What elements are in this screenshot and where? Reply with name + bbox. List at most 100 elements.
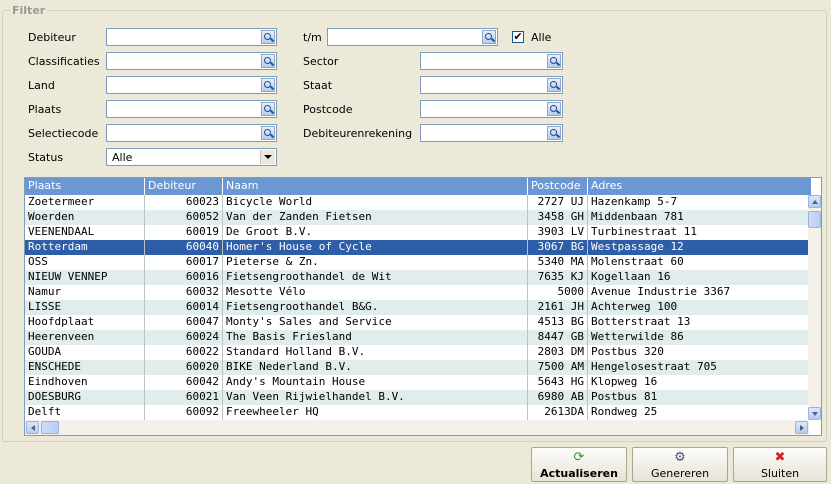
postcode-field[interactable] [420, 100, 563, 118]
table-row[interactable]: VEENENDAAL 60019 De Groot B.V. 3903 LV Turbi… [25, 225, 809, 240]
cell-plaats: ENSCHEDE [25, 360, 145, 375]
horizontal-scrollbar[interactable] [25, 420, 809, 435]
staat-field[interactable] [420, 76, 563, 94]
lookup-icon[interactable] [261, 126, 275, 140]
cell-debiteur: 60032 [145, 285, 223, 300]
column-header-debiteur[interactable]: Debiteur [145, 178, 223, 195]
cell-debiteur: 60052 [145, 210, 223, 225]
postcode-label: Postcode [303, 103, 353, 116]
status-value: Alle [112, 151, 133, 164]
genereren-label: Genereren [650, 467, 710, 480]
cell-plaats: Zoetermeer [25, 195, 145, 210]
table-row[interactable]: Rotterdam 60040 Homer's House of Cycle 3067… [25, 240, 809, 255]
horizontal-scroll-thumb[interactable] [41, 421, 59, 434]
cell-adres: Rondweg 25 [588, 405, 809, 420]
cell-debiteur: 60019 [145, 225, 223, 240]
filter-title: Filter [10, 4, 48, 17]
alle-label: Alle [531, 31, 552, 44]
cell-postcode: 7500 AM [528, 360, 588, 375]
debiteurenrekening-label: Debiteurenrekening [303, 127, 413, 140]
table-row[interactable]: ENSCHEDE 60020 BIKE Nederland B.V. 7500 AM H… [25, 360, 809, 375]
debiteur-to-field[interactable] [327, 28, 498, 46]
lookup-icon[interactable] [261, 102, 275, 116]
cell-naam: De Groot B.V. [223, 225, 528, 240]
cell-debiteur: 60047 [145, 315, 223, 330]
table-row[interactable]: Woerden 60052 Van der Zanden Fietsen 3458 G… [25, 210, 809, 225]
table-row[interactable]: Delft 60092 Freewheeler HQ 2613DA Rondweg 25 [25, 405, 809, 420]
lookup-icon[interactable] [482, 30, 496, 44]
table-row[interactable]: Hoofdplaat 60047 Monty's Sales and Service… [25, 315, 809, 330]
chevron-down-icon[interactable] [260, 150, 275, 164]
scroll-left-button[interactable] [26, 421, 39, 434]
sluiten-button[interactable]: ✖ Sluiten [733, 447, 827, 482]
sector-label: Sector [303, 55, 339, 68]
classificaties-field[interactable] [106, 52, 277, 70]
status-select[interactable]: Alle [106, 148, 277, 166]
vertical-scrollbar[interactable] [808, 195, 821, 420]
sector-field[interactable] [420, 52, 563, 70]
gear-icon: ⚙ [674, 450, 686, 465]
lookup-icon[interactable] [261, 54, 275, 68]
column-header-adres[interactable]: Adres [588, 178, 811, 195]
cell-debiteur: 60042 [145, 375, 223, 390]
status-label: Status [28, 151, 64, 164]
table-row[interactable]: NIEUW VENNEP 60016 Fietsengroothandel de W… [25, 270, 809, 285]
cell-naam: Homer's House of Cycle [223, 240, 528, 255]
debiteurenrekening-field[interactable] [420, 124, 563, 142]
cell-debiteur: 60024 [145, 330, 223, 345]
table-row[interactable]: GOUDA 60022 Standard Holland B.V. 2803 DM Po… [25, 345, 809, 360]
cell-adres: Achterweg 100 [588, 300, 809, 315]
table-row[interactable]: OSS 60017 Pieterse & Zn. 5340 MA Molenstraat… [25, 255, 809, 270]
lookup-icon[interactable] [547, 126, 561, 140]
cell-naam: Standard Holland B.V. [223, 345, 528, 360]
land-field[interactable] [106, 76, 277, 94]
cell-postcode: 3067 BG [528, 240, 588, 255]
scroll-right-button[interactable] [795, 421, 808, 434]
cell-postcode: 5000 [528, 285, 588, 300]
cell-naam: Bicycle World [223, 195, 528, 210]
column-header-naam[interactable]: Naam [223, 178, 528, 195]
cell-postcode: 6980 AB [528, 390, 588, 405]
cell-adres: Turbinestraat 11 [588, 225, 809, 240]
lookup-icon[interactable] [261, 78, 275, 92]
cell-adres: Postbus 81 [588, 390, 809, 405]
cell-postcode: 5340 MA [528, 255, 588, 270]
table-row[interactable]: Eindhoven 60042 Andy's Mountain House 5643 … [25, 375, 809, 390]
cell-postcode: 3903 LV [528, 225, 588, 240]
tm-label: t/m [303, 31, 322, 44]
cell-plaats: Heerenveen [25, 330, 145, 345]
actualiseren-button[interactable]: ⟳ Actualiseren [531, 447, 627, 482]
scroll-down-button[interactable] [808, 407, 821, 420]
genereren-button[interactable]: ⚙ Genereren [632, 447, 728, 482]
column-header-postcode[interactable]: Postcode [528, 178, 588, 195]
lookup-icon[interactable] [547, 54, 561, 68]
lookup-icon[interactable] [547, 78, 561, 92]
debiteur-from-field[interactable] [106, 28, 277, 46]
alle-checkbox[interactable]: ✔ [512, 31, 524, 43]
table-row[interactable]: LISSE 60014 Fietsengroothandel B&G. 2161 JH… [25, 300, 809, 315]
cell-naam: The Basis Friesland [223, 330, 528, 345]
table-row[interactable]: Zoetermeer 60023 Bicycle World 2727 UJ Hazen… [25, 195, 809, 210]
cell-naam: Freewheeler HQ [223, 405, 528, 420]
table-row[interactable]: Heerenveen 60024 The Basis Friesland 8447 G… [25, 330, 809, 345]
sluiten-label: Sluiten [760, 467, 800, 480]
selectiecode-field[interactable] [106, 124, 277, 142]
cell-naam: Van Veen Rijwielhandel B.V. [223, 390, 528, 405]
debtor-grid[interactable]: Plaats Debiteur Naam Postcode Adres Zoet… [24, 177, 822, 436]
cell-postcode: 8447 GB [528, 330, 588, 345]
classificaties-label: Classificaties [28, 55, 100, 68]
cell-adres: Wetterwilde 86 [588, 330, 809, 345]
column-header-plaats[interactable]: Plaats [25, 178, 145, 195]
table-row[interactable]: DOESBURG 60021 Van Veen Rijwielhandel B.V.… [25, 390, 809, 405]
cell-plaats: Delft [25, 405, 145, 420]
actualiseren-label: Actualiseren [540, 467, 618, 480]
plaats-field[interactable] [106, 100, 277, 118]
cell-postcode: 2161 JH [528, 300, 588, 315]
vertical-scroll-thumb[interactable] [808, 211, 821, 228]
lookup-icon[interactable] [261, 30, 275, 44]
scroll-up-button[interactable] [808, 195, 821, 208]
cell-plaats: OSS [25, 255, 145, 270]
lookup-icon[interactable] [547, 102, 561, 116]
plaats-label: Plaats [28, 103, 62, 116]
table-row[interactable]: Namur 60032 Mesotte Vélo 5000 Avenue Industr… [25, 285, 809, 300]
